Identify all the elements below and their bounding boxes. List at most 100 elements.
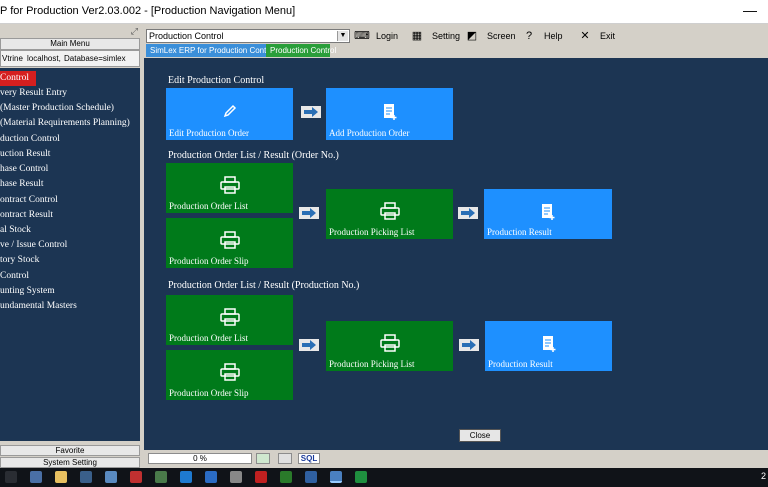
sidebar-menu: Control very Result Entry (Master Produc… [0,68,140,441]
help-button[interactable]: ? Help [522,29,563,43]
sidebar-item-fundamental-masters[interactable]: undamental Masters [0,299,140,314]
screen-icon: ◩ [466,30,478,42]
connection-server: localhost, [27,54,61,63]
login-icon: ⌨ [354,30,370,42]
sidebar-item-purchase-result[interactable]: hase Result [0,177,140,192]
printer-icon [219,231,240,252]
production-order-slip-button[interactable]: Production Order Slip [166,350,293,400]
production-result-button[interactable]: Production Result [484,189,612,239]
sql-button[interactable]: SQL [298,453,320,464]
close-button[interactable]: Close [459,429,501,442]
printer-icon [219,176,240,197]
window-title: P for Production Ver2.03.002 - [Producti… [0,5,296,17]
pin-icon[interactable]: ⤢ [131,26,138,37]
sidebar-item-mrp[interactable]: (Material Requirements Planning) [0,116,140,131]
app-icon[interactable] [80,471,92,483]
sidebar-item-inventory-stock[interactable]: tory Stock [0,253,140,268]
app-icon[interactable] [280,471,292,483]
login-button[interactable]: ⌨ Login [354,29,398,43]
sidebar-item-accounting-system[interactable]: unting System [0,284,140,299]
printer-icon [219,363,240,384]
exit-button[interactable]: ✕ Exit [578,29,615,43]
clock: 2 [760,471,766,481]
card-label: Production Result [488,359,553,369]
printer-icon [379,202,400,223]
pdf-icon[interactable] [255,471,267,483]
app-icon[interactable] [230,471,242,483]
app-icon[interactable] [105,471,117,483]
section-title-order-no: Production Order List / Result (Order No… [168,150,339,161]
connection-info: Vtrine localhost, Database=simlex [0,50,140,67]
minimize-button[interactable]: — [740,0,760,22]
section-title-production-no: Production Order List / Result (Producti… [168,280,360,291]
add-document-icon [541,335,557,356]
sidebar-item-control[interactable]: Control [0,71,36,86]
production-picking-list-button[interactable]: Production Picking List [326,321,453,371]
excel-icon[interactable] [355,471,367,483]
status-bar: 0 % SQL [144,452,768,465]
production-order-list-button[interactable]: Production Order List [166,295,293,345]
export-icon[interactable] [256,453,270,464]
app-icon[interactable] [305,471,317,483]
production-picking-list-button[interactable]: Production Picking List [326,189,453,239]
edge-icon[interactable] [180,471,192,483]
connection-user: Vtrine [2,54,23,63]
app-icon[interactable] [30,471,42,483]
connection-database: Database=simlex [64,54,126,63]
app-icon[interactable] [130,471,142,483]
system-setting-button[interactable]: System Setting [0,457,140,468]
card-label: Production Order List [169,201,248,211]
chevron-down-icon[interactable]: ▼ [337,31,348,41]
active-app-icon[interactable] [330,471,342,483]
tab-production-control[interactable]: Production Control [266,44,336,57]
card-label: Edit Production Order [169,128,249,138]
arrow-right-icon [459,339,479,351]
sidebar-item-mps[interactable]: (Master Production Schedule) [0,101,140,116]
add-production-order-button[interactable]: Add Production Order [326,88,453,140]
add-document-icon [382,103,398,124]
sidebar-item-delivery-result[interactable]: very Result Entry [0,86,140,101]
exit-icon: ✕ [580,30,590,42]
production-order-list-button[interactable]: Production Order List [166,163,293,213]
card-label: Production Order Slip [169,256,249,266]
card-label: Production Order Slip [169,388,249,398]
screen-button[interactable]: ◩ Screen [465,29,516,43]
folder-icon[interactable] [55,471,67,483]
card-label: Production Order List [169,333,248,343]
edit-production-order-button[interactable]: Edit Production Order [166,88,293,140]
production-order-slip-button[interactable]: Production Order Slip [166,218,293,268]
card-label: Production Picking List [329,227,415,237]
taskbar: 2 [0,468,768,487]
module-select[interactable]: Production Control ▼ [146,29,350,43]
sidebar-item-subcontract-result[interactable]: ontract Result [0,208,140,223]
title-bar: P for Production Ver2.03.002 - [Producti… [0,0,768,24]
arrow-right-icon [299,339,319,351]
start-icon[interactable] [5,471,17,483]
arrow-right-icon [301,106,321,118]
arrow-right-icon [458,207,478,219]
sidebar-item-control-2[interactable]: Control [0,269,140,284]
chart-icon[interactable] [278,453,292,464]
setting-button[interactable]: ▦ Setting [410,29,460,43]
card-label: Production Result [487,227,552,237]
app-icon[interactable] [155,471,167,483]
production-result-button[interactable]: Production Result [485,321,612,371]
sidebar-item-production-control[interactable]: duction Control [0,132,140,147]
sidebar-item-production-result[interactable]: uction Result [0,147,140,162]
add-document-icon [540,203,556,224]
printer-icon [219,308,240,329]
tab-simlex-erp[interactable]: SimLex ERP for Production Control [146,44,275,57]
sidebar-item-actual-stock[interactable]: al Stock [0,223,140,238]
ie-icon[interactable] [205,471,217,483]
progress-readout: 0 % [148,453,252,464]
navigation-panel: Edit Production Control Edit Production … [144,58,768,450]
sidebar-item-receive-issue[interactable]: ve / Issue Control [0,238,140,253]
favorite-button[interactable]: Favorite [0,445,140,456]
card-label: Production Picking List [329,359,415,369]
main-menu-header: Main Menu [0,38,140,50]
pencil-icon [222,103,238,122]
section-title-edit: Edit Production Control [168,75,265,86]
sidebar-top: ⤢ [0,26,140,38]
sidebar-item-subcontract-control[interactable]: ontract Control [0,193,140,208]
sidebar-item-purchase-control[interactable]: hase Control [0,162,140,177]
